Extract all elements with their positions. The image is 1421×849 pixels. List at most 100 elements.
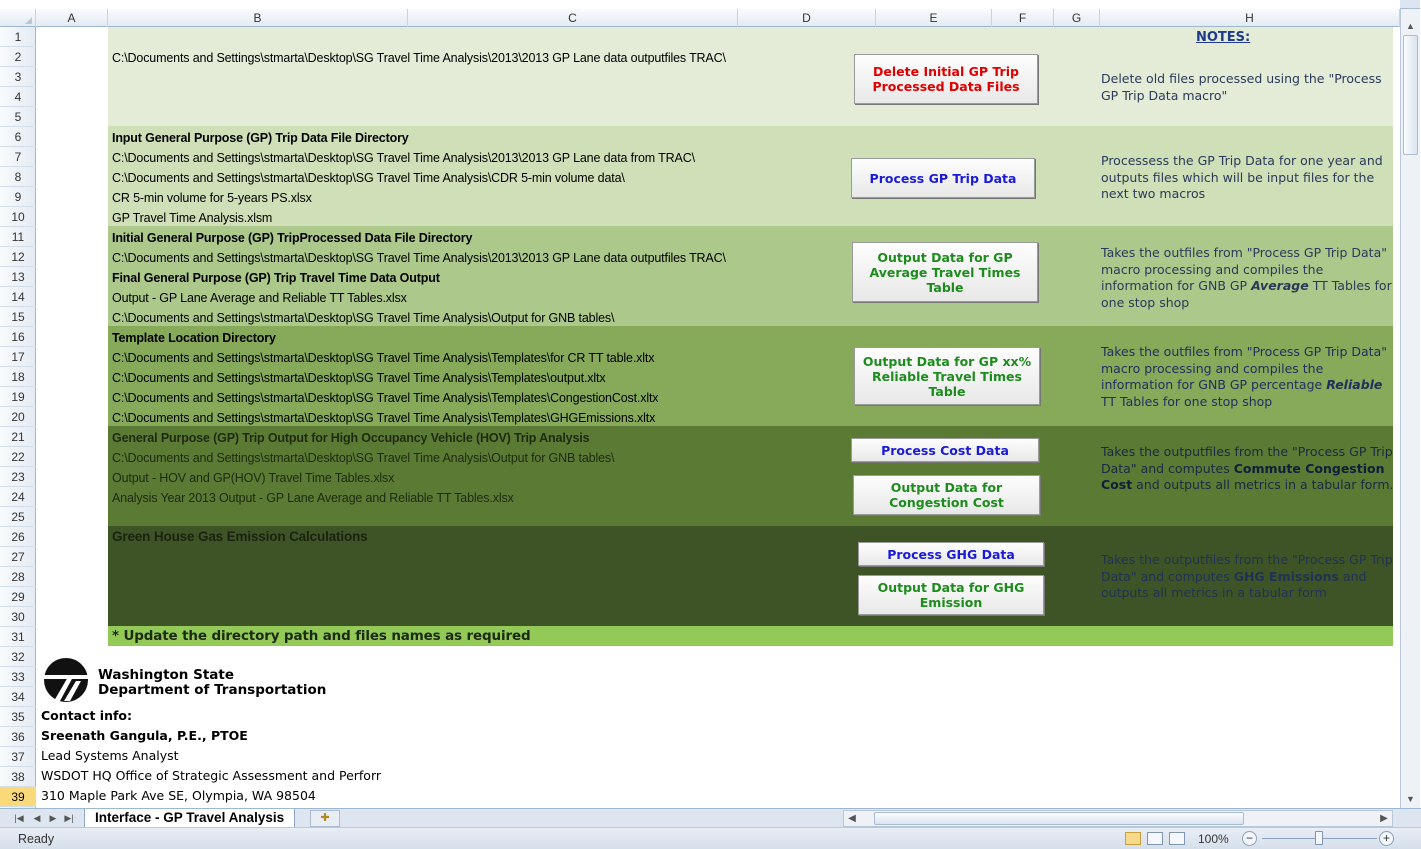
zoom-out-icon[interactable]: − (1242, 831, 1257, 846)
row-header[interactable]: 6 (0, 127, 36, 147)
row-header[interactable]: 4 (0, 87, 36, 107)
scroll-down-icon[interactable]: ▼ (1401, 791, 1420, 807)
section3-heading: Final General Purpose (GP) Trip Travel T… (112, 271, 440, 285)
row-header[interactable]: 1 (0, 27, 36, 47)
row-header[interactable]: 27 (0, 547, 36, 567)
row-header[interactable]: 26 (0, 527, 36, 547)
column-header-c[interactable]: C (408, 9, 738, 27)
section1-path: C:\Documents and Settings\stmarta\Deskto… (112, 51, 726, 65)
section1-note: Delete old files processed using the "Pr… (1101, 71, 1382, 103)
row-header[interactable]: 33 (0, 667, 36, 687)
row-header[interactable]: 32 (0, 647, 36, 667)
row-header[interactable]: 37 (0, 747, 36, 767)
column-header-h[interactable]: H (1100, 9, 1400, 27)
row-header[interactable]: 14 (0, 287, 36, 307)
row-header[interactable]: 29 (0, 587, 36, 607)
delete-processed-files-button[interactable]: Delete Initial GP Trip Processed Data Fi… (854, 54, 1038, 104)
prev-sheet-icon[interactable]: ◀ (30, 811, 44, 825)
wsdot-logo-text: Washington State Department of Transport… (98, 668, 326, 698)
row-header[interactable]: 18 (0, 367, 36, 387)
column-header-d[interactable]: D (738, 9, 876, 27)
normal-view-icon[interactable] (1125, 832, 1141, 845)
split-box[interactable] (1400, 0, 1420, 9)
insert-sheet-icon[interactable]: ✚ (310, 810, 340, 827)
next-sheet-icon[interactable]: ▶ (46, 811, 60, 825)
vertical-scroll-thumb[interactable] (1403, 35, 1418, 155)
section2-note: Processess the GP Trip Data for one year… (1101, 153, 1383, 201)
contact-title: Lead Systems Analyst (41, 748, 179, 763)
section2-line: C:\Documents and Settings\stmarta\Deskto… (112, 171, 625, 185)
contact-name: Sreenath Gangula, P.E., PTOE (41, 728, 248, 743)
section5-line: Analysis Year 2013 Output - GP Lane Aver… (112, 491, 514, 505)
row-header[interactable]: 20 (0, 407, 36, 427)
scroll-left-icon[interactable]: ◀ (844, 811, 860, 826)
horizontal-scrollbar[interactable]: ◀ ▶ (843, 810, 1393, 827)
section2-heading: Input General Purpose (GP) Trip Data Fil… (112, 131, 409, 145)
output-congestion-cost-button[interactable]: Output Data for Congestion Cost (853, 475, 1040, 515)
row-header[interactable]: 13 (0, 267, 36, 287)
row-header[interactable]: 5 (0, 107, 36, 127)
section2-line: CR 5-min volume for 5-years PS.xlsx (112, 191, 312, 205)
section4-note: Takes the outfiles from "Process GP Trip… (1101, 344, 1387, 409)
vertical-scrollbar[interactable]: ▲ ▼ (1400, 9, 1420, 808)
row-header[interactable]: 38 (0, 767, 36, 787)
page-break-view-icon[interactable] (1169, 832, 1185, 845)
row-header[interactable]: 10 (0, 207, 36, 227)
section3-line: C:\Documents and Settings\stmarta\Deskto… (112, 311, 615, 325)
zoom-slider-thumb[interactable] (1315, 831, 1323, 845)
section4-line: C:\Documents and Settings\stmarta\Deskto… (112, 411, 656, 425)
output-average-travel-times-button[interactable]: Output Data for GP Average Travel Times … (852, 242, 1038, 302)
first-sheet-icon[interactable]: |◀ (12, 811, 26, 825)
logo-line2: Department of Transportation (98, 682, 327, 698)
last-sheet-icon[interactable]: ▶| (62, 811, 76, 825)
column-header-g[interactable]: G (1054, 9, 1100, 27)
row-header[interactable]: 28 (0, 567, 36, 587)
column-header-f[interactable]: F (992, 9, 1054, 27)
row-header[interactable]: 34 (0, 687, 36, 707)
column-header-a[interactable]: A (36, 9, 108, 27)
row-header[interactable]: 21 (0, 427, 36, 447)
sheet-tab-interface[interactable]: Interface - GP Travel Analysis (84, 809, 296, 828)
row-header[interactable]: 12 (0, 247, 36, 267)
row-header[interactable]: 24 (0, 487, 36, 507)
section4-line: C:\Documents and Settings\stmarta\Deskto… (112, 371, 606, 385)
row-header[interactable]: 8 (0, 167, 36, 187)
status-bar: Ready 100% − + (0, 827, 1421, 849)
worksheet-grid[interactable]: NOTES: C:\Documents and Settings\stmarta… (36, 27, 1400, 808)
row-header[interactable]: 35 (0, 707, 36, 727)
output-reliable-travel-times-button[interactable]: Output Data for GP xx% Reliable Travel T… (854, 347, 1040, 405)
column-header-b[interactable]: B (108, 9, 408, 27)
section3-note: Takes the outfiles from "Process GP Trip… (1101, 245, 1392, 310)
scroll-up-icon[interactable]: ▲ (1401, 18, 1420, 34)
process-ghg-data-button[interactable]: Process GHG Data (858, 542, 1044, 566)
row-header[interactable]: 11 (0, 227, 36, 247)
horizontal-scroll-thumb[interactable] (874, 812, 1244, 825)
row-header[interactable]: 16 (0, 327, 36, 347)
output-ghg-emission-button[interactable]: Output Data for GHG Emission (858, 575, 1044, 615)
process-cost-data-button[interactable]: Process Cost Data (851, 438, 1039, 462)
row-header[interactable]: 39 (0, 787, 36, 807)
row-header[interactable]: 2 (0, 47, 36, 67)
column-header-e[interactable]: E (876, 9, 992, 27)
row-header[interactable]: 22 (0, 447, 36, 467)
section2-line: C:\Documents and Settings\stmarta\Deskto… (112, 151, 695, 165)
row-header[interactable]: 17 (0, 347, 36, 367)
row-header[interactable]: 23 (0, 467, 36, 487)
row-header[interactable]: 25 (0, 507, 36, 527)
row-header[interactable]: 7 (0, 147, 36, 167)
row-header[interactable]: 30 (0, 607, 36, 627)
scroll-right-icon[interactable]: ▶ (1376, 811, 1392, 826)
page-layout-view-icon[interactable] (1147, 832, 1163, 845)
row-header[interactable]: 36 (0, 727, 36, 747)
row-header[interactable]: 9 (0, 187, 36, 207)
contact-address: 310 Maple Park Ave SE, Olympia, WA 98504 (41, 788, 316, 803)
row-header[interactable]: 3 (0, 67, 36, 87)
row-header[interactable]: 31 (0, 627, 36, 647)
row-header[interactable]: 19 (0, 387, 36, 407)
notes-title: NOTES: (1196, 30, 1251, 45)
zoom-level[interactable]: 100% (1198, 832, 1229, 846)
zoom-in-icon[interactable]: + (1379, 831, 1394, 846)
select-all-corner[interactable] (0, 9, 36, 27)
process-gp-trip-data-button[interactable]: Process GP Trip Data (851, 158, 1035, 198)
row-header[interactable]: 15 (0, 307, 36, 327)
